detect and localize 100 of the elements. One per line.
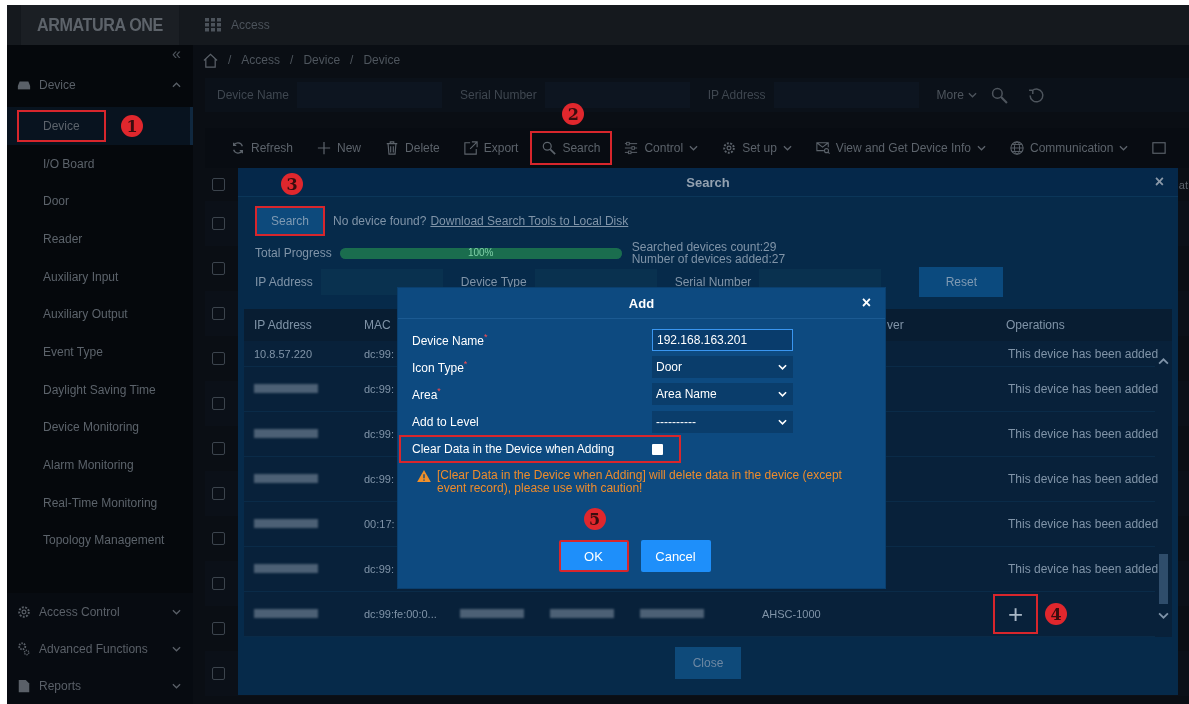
sidebar-item[interactable]: Device Monitoring bbox=[7, 408, 193, 447]
step-number-marker: 2 bbox=[562, 103, 585, 125]
dialog-title: Add bbox=[628, 295, 655, 311]
breadcrumb-link[interactable]: Device bbox=[303, 53, 341, 67]
sidebar-item[interactable]: Auxiliary Input bbox=[7, 257, 193, 296]
window-icon[interactable] bbox=[1152, 141, 1167, 155]
checkbox[interactable] bbox=[212, 442, 225, 455]
download-link[interactable]: Download Search Tools to Local Disk bbox=[430, 214, 629, 228]
sidebar-item[interactable]: Topology Management bbox=[7, 521, 193, 560]
search-icon bbox=[542, 141, 557, 155]
toolbar-button[interactable]: New bbox=[305, 131, 374, 165]
field-label: Area$^{*}$ bbox=[412, 386, 442, 403]
redacted-text bbox=[550, 609, 614, 618]
home-icon[interactable] bbox=[203, 52, 218, 68]
redacted-text bbox=[254, 474, 318, 483]
close-button[interactable]: × bbox=[1154, 173, 1164, 191]
table-cell: dc:99: bbox=[364, 473, 394, 485]
status-text: This device has been added bbox=[1008, 346, 1159, 361]
field-label: Icon Type$^{*}$ bbox=[412, 358, 469, 375]
add-device-button[interactable]: + bbox=[993, 594, 1038, 634]
toolbar-button[interactable]: Search bbox=[530, 131, 613, 165]
checkbox[interactable] bbox=[212, 532, 225, 545]
sidebar-item[interactable]: Auxiliary Output bbox=[7, 295, 193, 334]
field-label: Device Name$^{*}$ bbox=[412, 331, 489, 348]
dialog-button[interactable]: OK bbox=[558, 540, 629, 573]
sidebar-group[interactable]: Access Control bbox=[7, 593, 193, 631]
scroll-up-icon[interactable] bbox=[1158, 358, 1169, 365]
toolbar-button[interactable]: Refresh bbox=[219, 131, 306, 165]
more-filters-button[interactable]: More bbox=[936, 88, 977, 102]
stat-text: Searched devices count:29 bbox=[631, 241, 778, 253]
checkbox[interactable] bbox=[212, 352, 225, 365]
scrollbar-thumb[interactable] bbox=[1159, 554, 1168, 604]
sidebar-item-label: Real-Time Monitoring bbox=[42, 494, 159, 512]
toolbar-button[interactable]: Control bbox=[612, 131, 711, 165]
sidebar-item[interactable]: I/O Board bbox=[7, 144, 193, 183]
column-header: IP Address bbox=[253, 318, 313, 332]
step-number-marker: 4 bbox=[1045, 603, 1067, 625]
column-header: MAC bbox=[363, 318, 392, 332]
column-header: Operations bbox=[1005, 318, 1066, 332]
collapse-caret-icon bbox=[172, 82, 181, 88]
table-cell: 10.8.57.220 bbox=[254, 347, 313, 360]
close-button[interactable]: × bbox=[861, 294, 871, 312]
status-text: This device has been added bbox=[1008, 472, 1159, 486]
search-button[interactable]: Search bbox=[255, 206, 325, 236]
sidebar-item[interactable]: Alarm Monitoring bbox=[7, 446, 193, 484]
field-label: Clear Data in the Device when Adding bbox=[412, 442, 616, 457]
sidebar-group[interactable]: Advanced Functions bbox=[7, 630, 193, 668]
step-number-marker: 5 bbox=[583, 508, 606, 531]
toolbar-button[interactable]: Communication bbox=[998, 131, 1141, 165]
checkbox[interactable] bbox=[212, 397, 225, 410]
breadcrumb-link[interactable]: Access bbox=[241, 53, 281, 67]
checkbox[interactable] bbox=[212, 262, 225, 275]
sidebar-item[interactable]: Daylight Saving Time bbox=[7, 370, 193, 409]
dialog-button[interactable]: Cancel bbox=[640, 540, 711, 573]
reset-button[interactable]: Reset bbox=[919, 267, 1004, 297]
close-button[interactable]: Close bbox=[675, 647, 741, 679]
checkbox[interactable] bbox=[212, 178, 225, 191]
reset-icon[interactable] bbox=[1027, 86, 1045, 104]
checkbox[interactable] bbox=[212, 622, 225, 635]
sidebar-item-label: Topology Management bbox=[42, 532, 166, 550]
toolbar-button[interactable]: Set up bbox=[710, 131, 804, 165]
gear-icon bbox=[722, 141, 737, 155]
app-grid-icon[interactable] bbox=[205, 18, 221, 32]
toolbar-button[interactable]: Export bbox=[451, 131, 531, 165]
dropdown-caret-icon bbox=[689, 145, 699, 151]
gears-icon bbox=[17, 641, 31, 656]
checkbox[interactable] bbox=[212, 217, 225, 230]
status-text: This device has been added bbox=[1008, 517, 1159, 531]
mail-search-icon bbox=[815, 141, 830, 155]
sidebar-item-label: Door bbox=[42, 193, 70, 211]
refresh-icon bbox=[231, 141, 245, 155]
toolbar-button[interactable]: View and Get Device Info bbox=[803, 131, 999, 165]
checkbox[interactable] bbox=[212, 667, 225, 680]
redacted-text bbox=[254, 384, 318, 393]
collapse-sidebar-button[interactable]: « bbox=[172, 45, 181, 63]
checkbox[interactable] bbox=[212, 577, 225, 590]
dropdown-field[interactable]: Area Name bbox=[652, 383, 793, 406]
filter-input[interactable] bbox=[544, 82, 690, 108]
toolbar-button[interactable]: Delete bbox=[373, 131, 452, 165]
dialog-title: Search bbox=[686, 174, 730, 190]
table-cell: dc:99: bbox=[364, 347, 394, 360]
progress-label: Total Progress bbox=[255, 246, 332, 260]
checkbox[interactable] bbox=[652, 443, 663, 455]
checkbox[interactable] bbox=[212, 307, 225, 320]
sidebar-item-label: Reader bbox=[42, 230, 84, 248]
stat-text: Number of devices added:27 bbox=[631, 253, 786, 265]
scroll-down-icon[interactable] bbox=[1158, 612, 1169, 619]
search-icon bbox=[990, 86, 1008, 104]
sidebar-group[interactable]: Reports bbox=[7, 667, 193, 704]
input-field[interactable]: 192.168.163.201 bbox=[652, 328, 793, 351]
dropdown-field[interactable]: Door bbox=[652, 355, 793, 378]
sidebar-item[interactable]: Event Type bbox=[7, 333, 193, 371]
redacted-text bbox=[254, 519, 318, 528]
sidebar-group[interactable]: Device bbox=[7, 63, 193, 107]
sidebar-item[interactable]: Real-Time Monitoring bbox=[7, 483, 193, 522]
checkbox[interactable] bbox=[212, 487, 225, 500]
dropdown-field[interactable]: ---------- bbox=[652, 410, 793, 433]
breadcrumb-link[interactable]: Device bbox=[363, 53, 401, 67]
sidebar-item[interactable]: Door bbox=[7, 182, 193, 221]
sidebar-item[interactable]: Reader bbox=[7, 220, 193, 258]
